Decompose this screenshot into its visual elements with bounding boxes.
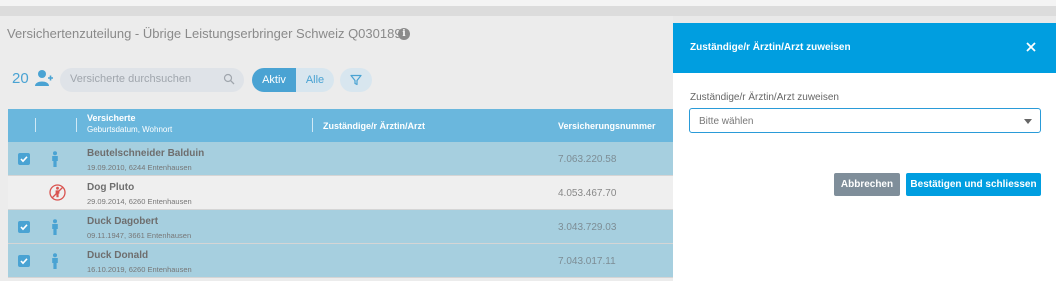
column-header-insured[interactable]: Versicherte Geburtsdatum, Wohnort (87, 113, 172, 134)
doctor-select-placeholder: Bitte wählen (699, 116, 754, 127)
table-row[interactable]: Duck Donald 16.10.2019, 6260 Entenhausen… (8, 244, 673, 278)
search-placeholder: Versicherte durchsuchen (70, 73, 192, 85)
main-content: Versichertenzuteilung - Übrige Leistungs… (0, 16, 673, 281)
table-row[interactable]: Duck Dagobert 09.11.1947, 3661 Entenhaus… (8, 210, 673, 244)
row-number: 3.043.729.03 (558, 222, 617, 233)
header-separator (312, 118, 313, 132)
row-number: 4.053.467.70 (558, 188, 617, 199)
confirm-button[interactable]: Bestätigen und schliessen (906, 173, 1041, 196)
person-icon (52, 219, 58, 235)
row-details: 16.10.2019, 6260 Entenhausen (87, 265, 192, 274)
person-icon (52, 151, 58, 167)
person-icon (52, 253, 58, 269)
row-checkbox[interactable] (18, 221, 30, 233)
row-details: 09.11.1947, 3661 Entenhausen (87, 231, 192, 240)
checkmark-icon (20, 224, 28, 231)
insured-table: Versicherte Geburtsdatum, Wohnort Zustän… (8, 109, 673, 278)
row-number: 7.063.220.58 (558, 154, 617, 165)
doctor-field-label: Zuständige/r Ärztin/Arzt zuweisen (690, 92, 839, 103)
table-header: Versicherte Geburtsdatum, Wohnort Zustän… (8, 109, 673, 142)
row-name: Duck Dagobert (87, 216, 159, 227)
table-row[interactable]: Beutelschneider Balduin 19.09.2010, 6244… (8, 142, 673, 176)
page-title: Versichertenzuteilung - Übrige Leistungs… (7, 26, 402, 41)
checkmark-icon (20, 156, 28, 163)
column-header-doctor[interactable]: Zuständige/r Ärztin/Arzt (323, 121, 425, 131)
row-details: 19.09.2010, 6244 Entenhausen (87, 163, 192, 172)
row-checkbox[interactable] (18, 153, 30, 165)
app-bar (0, 6, 1056, 16)
assign-doctor-panel: Zuständige/r Ärztin/Arzt zuweisen Zustän… (673, 23, 1056, 281)
checkmark-icon (20, 258, 28, 265)
doctor-select[interactable]: Bitte wählen (689, 108, 1041, 133)
row-name: Dog Pluto (87, 182, 135, 193)
info-icon[interactable]: i (398, 28, 410, 40)
table-row[interactable]: Dog Pluto 29.09.2014, 6260 Entenhausen 4… (8, 176, 673, 210)
column-header-number[interactable]: Versicherungsnummer (558, 121, 656, 131)
users-icon (35, 70, 53, 86)
column-header-insured-sub: Geburtsdatum, Wohnort (87, 125, 173, 134)
chevron-down-icon (1024, 119, 1032, 124)
panel-title: Zuständige/r Ärztin/Arzt zuweisen (690, 42, 851, 53)
header-separator (76, 118, 77, 132)
column-header-insured-label: Versicherte (87, 113, 136, 123)
search-icon[interactable] (223, 73, 235, 85)
panel-header: Zuständige/r Ärztin/Arzt zuweisen (673, 23, 1056, 73)
row-details: 29.09.2014, 6260 Entenhausen (87, 197, 192, 206)
row-checkbox[interactable] (18, 255, 30, 267)
row-name: Duck Donald (87, 250, 149, 261)
insured-count: 20 (12, 70, 29, 87)
cancel-button[interactable]: Abbrechen (834, 173, 900, 196)
filter-icon (350, 74, 362, 86)
search-input[interactable]: Versicherte durchsuchen (60, 68, 244, 92)
status-toggle: Aktiv Alle (252, 68, 334, 92)
no-person-icon (49, 184, 66, 201)
row-number: 7.043.017.11 (558, 256, 616, 267)
toggle-active-button[interactable]: Aktiv (252, 68, 296, 92)
header-separator (35, 118, 36, 132)
close-icon[interactable] (1025, 41, 1037, 53)
row-name: Beutelschneider Balduin (87, 148, 205, 159)
toggle-all-button[interactable]: Alle (296, 68, 334, 92)
filter-button[interactable] (340, 68, 372, 92)
